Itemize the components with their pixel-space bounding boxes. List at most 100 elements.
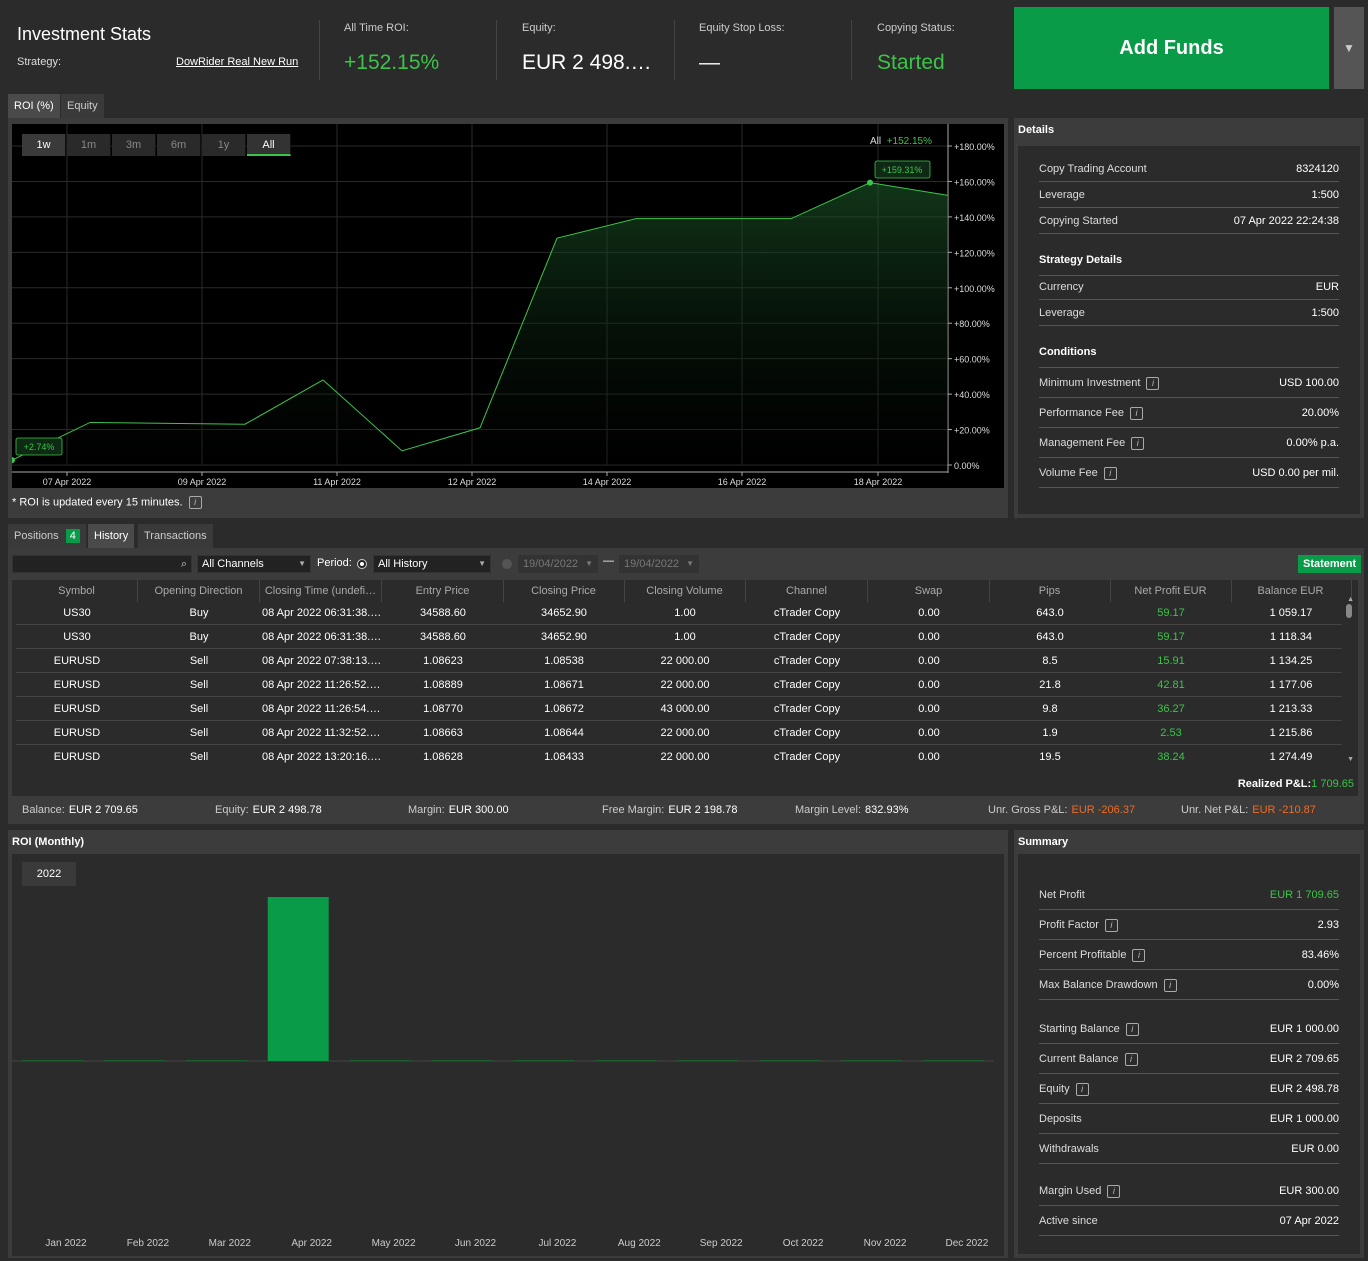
month-bar[interactable] — [922, 1060, 984, 1061]
table-cell: 1 177.06 — [1269, 679, 1313, 691]
tab-roi[interactable]: ROI (%) — [8, 94, 60, 118]
month-bar[interactable] — [513, 1060, 575, 1061]
info-value: EUR -210.87 — [1252, 804, 1316, 816]
statement-button[interactable]: Statement — [1298, 555, 1362, 573]
details-key: Performance Fee i — [1039, 398, 1143, 428]
details-row: Copy Trading Account 8324120 — [1039, 156, 1339, 182]
range-button-3m[interactable]: 3m — [112, 134, 156, 156]
table-cell: EURUSD — [53, 703, 101, 715]
date-radio[interactable] — [502, 559, 512, 569]
month-bar[interactable] — [431, 1060, 493, 1061]
strategy-link[interactable]: DowRider Real New Run — [176, 56, 298, 68]
column-header[interactable]: Pips — [989, 580, 1111, 602]
info-icon[interactable]: i — [1075, 1082, 1089, 1096]
channels-select[interactable]: All Channels ▼ — [197, 555, 311, 573]
table-cell: 8.5 — [1042, 655, 1058, 667]
chevron-down-icon[interactable]: ▼ — [1334, 7, 1364, 89]
table-cell: Sell — [189, 727, 209, 739]
summary-row: Active since 07 Apr 2022 — [1039, 1206, 1339, 1236]
column-header[interactable]: Closing Time (undefi… — [260, 580, 382, 602]
details-key-text: Performance Fee — [1039, 407, 1124, 419]
month-label: Jul 2022 — [538, 1238, 577, 1249]
table-row[interactable]: US30 Buy 08 Apr 2022 06:31:38.… 34588.60 346… — [16, 601, 1342, 625]
period-radio[interactable] — [357, 559, 367, 569]
range-button-1w[interactable]: 1w — [22, 134, 66, 156]
range-button-all[interactable]: All — [247, 134, 291, 156]
summary-value: 83.46% — [1301, 949, 1339, 961]
peak-value-label: +159.31% — [874, 160, 931, 179]
column-header[interactable]: Symbol — [16, 580, 138, 602]
table-row[interactable]: EURUSD Sell 08 Apr 2022 07:38:13.… 1.08623 1… — [16, 649, 1342, 673]
scroll-up-icon[interactable]: ▲ — [1347, 596, 1354, 603]
info-item: Unr. Net P&L: EUR -210.87 — [1181, 800, 1316, 820]
table-row[interactable]: EURUSD Sell 08 Apr 2022 11:26:52.… 1.08889 1… — [16, 673, 1342, 697]
table-row[interactable]: EURUSD Sell 08 Apr 2022 11:26:54.… 1.08770 1… — [16, 697, 1342, 721]
info-icon[interactable]: i — [1131, 436, 1145, 450]
info-icon[interactable]: i — [1163, 978, 1177, 992]
search-input[interactable]: ⌕ — [12, 555, 192, 573]
info-icon[interactable]: i — [1129, 406, 1143, 420]
month-bar[interactable] — [103, 1060, 165, 1061]
column-header[interactable]: Channel — [746, 580, 868, 602]
y-tick-label: +180.00% — [954, 142, 995, 152]
details-value: 07 Apr 2022 22:24:38 — [1233, 215, 1339, 227]
column-header[interactable]: Balance EUR — [1230, 580, 1352, 602]
info-icon[interactable]: i — [1124, 1052, 1138, 1066]
details-key: Leverage — [1039, 307, 1085, 319]
table-cell: 1.08644 — [544, 727, 584, 739]
month-bar[interactable] — [349, 1060, 411, 1061]
y-tick-label: +40.00% — [954, 390, 990, 400]
month-bar[interactable] — [22, 1060, 83, 1061]
table-row[interactable]: US30 Buy 08 Apr 2022 06:31:38.… 34588.60 346… — [16, 625, 1342, 649]
table-row[interactable]: EURUSD Sell 08 Apr 2022 13:20:16.… 1.08628 1… — [16, 745, 1342, 769]
info-icon[interactable]: i — [1132, 948, 1146, 962]
month-bar[interactable] — [841, 1060, 902, 1061]
roi-note: * ROI is updated every 15 minutes. i — [12, 496, 202, 509]
monthly-chart: 2022 — [12, 854, 1004, 1256]
tab-history[interactable]: History — [88, 524, 135, 548]
x-tick-label: 09 Apr 2022 — [178, 477, 227, 487]
column-header[interactable]: Closing Price — [503, 580, 625, 602]
info-icon[interactable]: i — [1103, 466, 1117, 480]
column-header[interactable]: Opening Direction — [138, 580, 260, 602]
table-cell: 08 Apr 2022 11:26:52.… — [262, 679, 381, 691]
table-cell: 1.08433 — [544, 751, 584, 763]
add-funds-button[interactable]: Add Funds — [1014, 7, 1329, 89]
info-icon[interactable]: i — [188, 496, 202, 509]
summary-value: 0.00% — [1307, 979, 1339, 991]
scroll-down-icon[interactable]: ▼ — [1347, 756, 1354, 763]
info-icon[interactable]: i — [1107, 1184, 1121, 1198]
date-from-input[interactable]: 19/04/2022 ▼ — [518, 555, 598, 573]
table-cell: Buy — [189, 607, 209, 619]
tab-positions[interactable]: Positions 4 — [8, 524, 86, 548]
table-scrollbar[interactable] — [1346, 604, 1352, 618]
month-bar[interactable] — [759, 1060, 821, 1061]
date-to-input[interactable]: 19/04/2022 ▼ — [619, 555, 699, 573]
details-value: 1:500 — [1311, 189, 1339, 201]
column-header[interactable]: Swap — [868, 580, 990, 602]
info-icon[interactable]: i — [1125, 1022, 1139, 1036]
range-button-1m[interactable]: 1m — [67, 134, 111, 156]
table-row[interactable]: EURUSD Sell 08 Apr 2022 11:32:52.… 1.08663 1… — [16, 721, 1342, 745]
table-cell: cTrader Copy — [773, 607, 841, 619]
month-bar[interactable] — [185, 1060, 247, 1061]
range-button-6m[interactable]: 6m — [157, 134, 201, 156]
column-header[interactable]: Closing Volume — [624, 580, 746, 602]
table-cell: 0.00 — [918, 703, 940, 715]
month-bar[interactable] — [267, 897, 329, 1061]
month-bar[interactable] — [595, 1060, 657, 1061]
column-header[interactable]: Entry Price — [382, 580, 504, 602]
column-header[interactable]: Net Profit EUR — [1110, 580, 1232, 602]
roi-stat: All Time ROI: +152.15% — [344, 22, 439, 75]
tab-transactions[interactable]: Transactions — [138, 524, 213, 548]
period-select[interactable]: All History ▼ — [373, 555, 491, 573]
summary-key: Percent Profitable i — [1039, 940, 1146, 970]
month-bar[interactable] — [677, 1060, 739, 1061]
info-icon[interactable]: i — [1146, 376, 1160, 390]
monthly-chart-svg — [12, 897, 994, 1062]
month-label: Jan 2022 — [45, 1238, 87, 1249]
info-icon[interactable]: i — [1104, 918, 1118, 932]
range-button-1y[interactable]: 1y — [202, 134, 246, 156]
header: Investment Stats Strategy: DowRider Real… — [0, 0, 1368, 92]
tab-equity[interactable]: Equity — [61, 94, 104, 118]
